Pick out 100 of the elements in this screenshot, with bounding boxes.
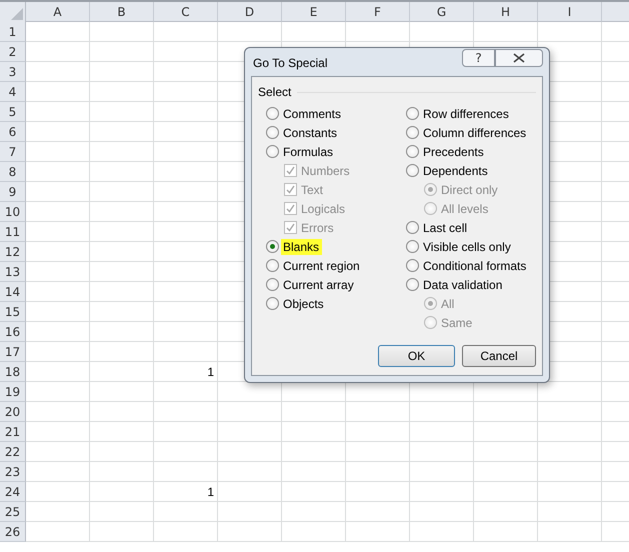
radio-button[interactable] — [406, 240, 419, 253]
radio-button[interactable] — [406, 107, 419, 120]
row-header[interactable]: 5 — [0, 102, 26, 122]
option-label[interactable]: Objects — [281, 296, 327, 312]
row-header[interactable]: 25 — [0, 502, 26, 522]
help-button[interactable]: ? — [462, 49, 495, 67]
radio-button[interactable] — [266, 107, 279, 120]
radio-button[interactable] — [406, 145, 419, 158]
table-cell — [26, 162, 90, 182]
option-label[interactable]: Constants — [281, 124, 340, 140]
table-cell — [26, 482, 90, 502]
table-cell — [346, 402, 410, 422]
table-cell — [26, 82, 90, 102]
row-header[interactable]: 12 — [0, 242, 26, 262]
row-header[interactable]: 1 — [0, 22, 26, 42]
table-cell — [90, 502, 154, 522]
row-header[interactable]: 21 — [0, 422, 26, 442]
table-cell — [26, 362, 90, 382]
row-header[interactable]: 11 — [0, 222, 26, 242]
row-header[interactable]: 4 — [0, 82, 26, 102]
option-label[interactable]: Current array — [281, 276, 357, 292]
row-header[interactable]: 15 — [0, 302, 26, 322]
table-cell — [26, 42, 90, 62]
table-cell — [474, 402, 538, 422]
option-label[interactable]: Comments — [281, 106, 344, 122]
table-cell — [410, 502, 474, 522]
radio-button[interactable] — [266, 126, 279, 139]
table-cell — [26, 22, 90, 42]
row-header[interactable]: 20 — [0, 402, 26, 422]
table-cell — [26, 62, 90, 82]
row-header[interactable]: 7 — [0, 142, 26, 162]
radio-button[interactable] — [406, 259, 419, 272]
close-button[interactable] — [495, 49, 543, 67]
option-label[interactable]: Row differences — [421, 106, 512, 122]
option-label[interactable]: Current region — [281, 258, 363, 274]
column-header[interactable]: G — [410, 2, 474, 22]
radio-button[interactable] — [406, 221, 419, 234]
option-label[interactable]: Dependents — [421, 162, 491, 178]
row-header[interactable]: 6 — [0, 122, 26, 142]
table-cell — [90, 22, 154, 42]
row-header[interactable]: 14 — [0, 282, 26, 302]
table-cell — [26, 222, 90, 242]
row-header[interactable]: 24 — [0, 482, 26, 502]
row-header[interactable]: 18 — [0, 362, 26, 382]
radio-button[interactable] — [266, 259, 279, 272]
row-header[interactable]: 8 — [0, 162, 26, 182]
ok-button[interactable]: OK — [378, 345, 455, 367]
row-header[interactable]: 22 — [0, 442, 26, 462]
row-header[interactable]: 3 — [0, 62, 26, 82]
table-cell — [90, 202, 154, 222]
table-cell — [538, 462, 602, 482]
table-cell — [218, 502, 282, 522]
column-header[interactable]: F — [346, 2, 410, 22]
table-cell — [410, 522, 474, 542]
table-cell — [90, 482, 154, 502]
table-cell — [26, 322, 90, 342]
radio-button[interactable] — [406, 278, 419, 291]
row-header[interactable]: 17 — [0, 342, 26, 362]
option-label[interactable]: Data validation — [421, 276, 506, 292]
table-cell — [90, 382, 154, 402]
option-label[interactable]: Last cell — [421, 220, 470, 236]
row-header[interactable]: 13 — [0, 262, 26, 282]
radio-button[interactable] — [266, 145, 279, 158]
row-header[interactable]: 23 — [0, 462, 26, 482]
radio-button[interactable] — [406, 164, 419, 177]
row-header[interactable]: 9 — [0, 182, 26, 202]
option-label[interactable]: Column differences — [421, 124, 530, 140]
radio-button[interactable] — [266, 297, 279, 310]
row-header[interactable]: 2 — [0, 42, 26, 62]
row-header[interactable]: 16 — [0, 322, 26, 342]
table-cell — [90, 442, 154, 462]
column-header[interactable]: B — [90, 2, 154, 22]
column-header[interactable]: H — [474, 2, 538, 22]
table-cell: 1 — [154, 482, 218, 502]
radio-button[interactable] — [266, 278, 279, 291]
table-cell — [154, 522, 218, 542]
table-cell — [26, 422, 90, 442]
column-header[interactable]: C — [154, 2, 218, 22]
option-label[interactable]: Visible cells only — [421, 238, 514, 254]
option-label[interactable]: Formulas — [281, 144, 336, 160]
table-cell — [282, 422, 346, 442]
radio-button[interactable] — [406, 126, 419, 139]
table-cell — [282, 402, 346, 422]
table-cell — [218, 442, 282, 462]
table-cell — [346, 442, 410, 462]
triangle-icon — [11, 8, 23, 20]
table-cell — [218, 482, 282, 502]
column-header[interactable]: I — [538, 2, 602, 22]
option-label[interactable]: Precedents — [421, 144, 487, 160]
row-header[interactable]: 10 — [0, 202, 26, 222]
column-header[interactable]: E — [282, 2, 346, 22]
table-cell — [346, 462, 410, 482]
row-header[interactable]: 26 — [0, 522, 26, 542]
radio-button[interactable] — [266, 240, 279, 253]
row-header[interactable]: 19 — [0, 382, 26, 402]
option-label[interactable]: Blanks — [281, 238, 322, 254]
option-label[interactable]: Conditional formats — [421, 258, 530, 274]
column-header[interactable]: D — [218, 2, 282, 22]
column-header[interactable]: A — [26, 2, 90, 22]
cancel-button[interactable]: Cancel — [462, 345, 536, 367]
